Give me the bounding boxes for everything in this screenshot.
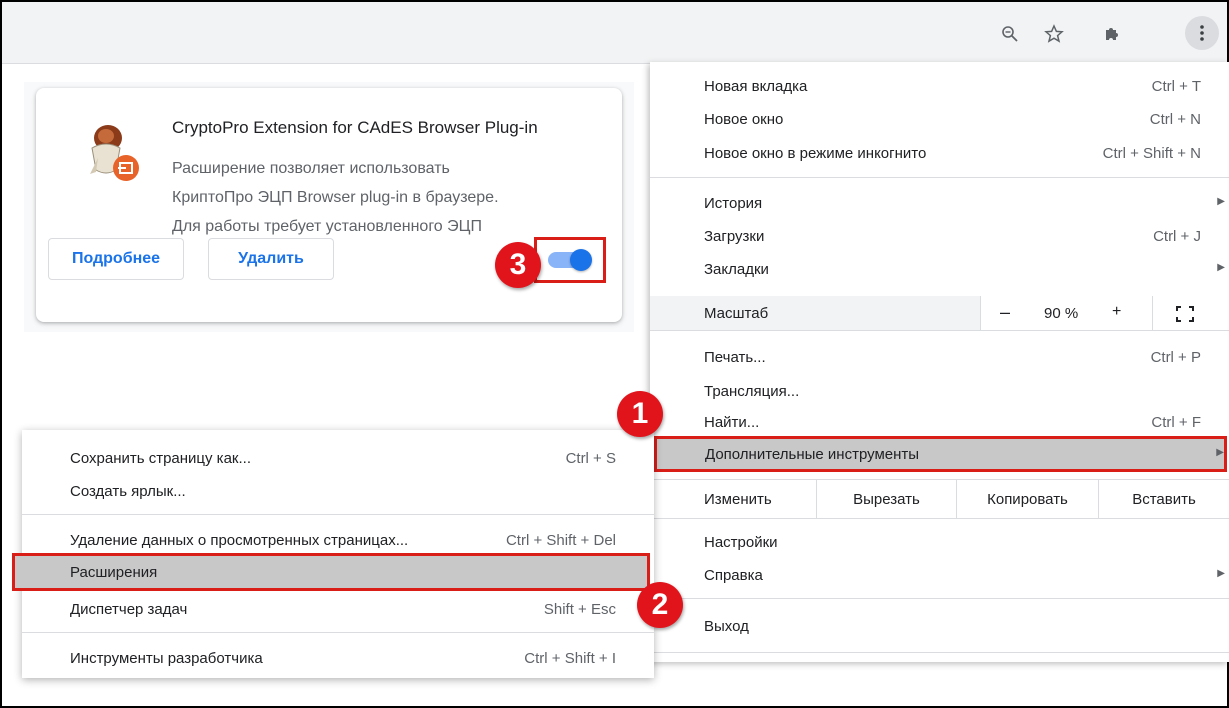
step-badge-3: 3 [495,242,541,288]
submenu-item-label: Сохранить страницу как... [70,450,251,467]
submenu-item-save-page[interactable]: Сохранить страницу как... Ctrl + S [22,442,654,476]
menu-item-exit[interactable]: Выход [650,610,1229,644]
menu-item-label: Загрузки [704,228,765,245]
submenu-item-label: Удаление данных о просмотренных страница… [70,532,409,549]
zoom-out-button[interactable]: – [1000,302,1010,323]
menu-item-shortcut: Ctrl + N [1149,111,1201,128]
submenu-item-label: Создать ярлык... [70,483,186,500]
puzzle-icon[interactable] [1100,22,1124,46]
menu-item-shortcut: Ctrl + P [1150,349,1201,366]
menu-item-downloads[interactable]: Загрузки Ctrl + J [650,220,1229,254]
submenu-item-label: Диспетчер задач [70,601,188,618]
menu-item-label: Закладки [704,261,769,278]
menu-item-label: Новое окно [704,111,784,128]
submenu-divider [22,514,654,515]
submenu-item-shortcut: Ctrl + Shift + I [524,650,616,667]
menu-item-label: Найти... [704,414,760,431]
submenu-arrow-icon: ▶ [1217,568,1225,579]
zoom-label: Масштаб [704,305,769,322]
menu-item-label: Справка [704,567,763,584]
step-badge-1: 1 [617,391,663,437]
edit-label: Изменить [704,490,772,508]
menu-item-label: Выход [704,618,749,635]
cut-button[interactable]: Вырезать [816,480,956,518]
submenu-item-create-shortcut[interactable]: Создать ярлык... [22,475,654,509]
extension-card: CryptoPro Extension for CAdES Browser Pl… [36,88,622,322]
chrome-main-menu: Новая вкладка Ctrl + T Новое окно Ctrl +… [650,62,1229,662]
extension-description-line: КриптоПро ЭЦП Browser plug-in в браузере… [172,189,499,206]
submenu-item-label: Инструменты разработчика [70,650,263,667]
star-icon[interactable] [1042,22,1066,46]
menu-item-bookmarks[interactable]: Закладки ▶ [650,253,1229,287]
submenu-item-shortcut: Ctrl + S [565,450,616,467]
menu-item-shortcut: Ctrl + Shift + N [1102,145,1201,162]
browser-toolbar [2,2,1227,64]
submenu-arrow-icon: ▶ [1216,447,1224,458]
submenu-arrow-icon: ▶ [1217,196,1225,207]
extension-title: CryptoPro Extension for CAdES Browser Pl… [172,118,538,137]
remove-button[interactable]: Удалить [208,238,334,280]
zoom-in-button[interactable]: + [1112,303,1121,321]
menu-item-more-tools[interactable]: Дополнительные инструменты ▶ [654,436,1227,472]
extension-description-line: Расширение позволяет использовать [172,160,450,177]
kebab-menu-icon[interactable] [1185,16,1219,50]
menu-item-label: Новое окно в режиме инкогнито [704,145,927,162]
menu-item-help[interactable]: Справка ▶ [650,559,1229,593]
menu-item-cast[interactable]: Трансляция... [650,375,1229,409]
submenu-divider [22,632,654,633]
paste-button[interactable]: Вставить [1098,480,1229,518]
submenu-arrow-icon: ▶ [1217,262,1225,273]
submenu-item-task-manager[interactable]: Диспетчер задач Shift + Esc [22,593,654,627]
menu-divider [650,518,1229,519]
menu-divider [650,330,1229,331]
menu-item-label: Трансляция... [704,383,800,400]
menu-item-new-window[interactable]: Новое окно Ctrl + N [650,103,1229,137]
submenu-item-label: Расширения [70,564,158,581]
menu-item-history[interactable]: История ▶ [650,187,1229,221]
details-button[interactable]: Подробнее [48,238,184,280]
submenu-item-shortcut: Ctrl + Shift + Del [505,532,616,549]
menu-item-print[interactable]: Печать... Ctrl + P [650,341,1229,375]
menu-divider [650,177,1229,178]
menu-item-find[interactable]: Найти... Ctrl + F [650,406,1229,440]
submenu-item-dev-tools[interactable]: Инструменты разработчика Ctrl + Shift + … [22,642,654,676]
menu-item-shortcut: Ctrl + F [1151,414,1201,431]
extension-description-line: Для работы требует установленного ЭЦП [172,218,482,235]
menu-item-settings[interactable]: Настройки [650,526,1229,560]
submenu-item-extensions[interactable]: Расширения [12,553,650,591]
step-badge-2: 2 [637,582,683,628]
zoom-row: Масштаб – 90 % + [650,296,1229,330]
fullscreen-icon[interactable] [1176,306,1194,322]
menu-item-label: История [704,195,763,212]
zoom-icon[interactable] [998,22,1022,46]
menu-item-label: Новая вкладка [704,78,808,95]
edit-row: Изменить Вырезать Копировать Вставить [650,480,1229,518]
submenu-item-shortcut: Shift + Esc [543,601,616,618]
menu-item-shortcut: Ctrl + J [1153,228,1201,245]
menu-divider [650,652,1229,653]
copy-button[interactable]: Копировать [956,480,1098,518]
menu-divider [650,598,1229,599]
menu-item-new-tab[interactable]: Новая вкладка Ctrl + T [650,70,1229,104]
menu-item-label: Печать... [704,349,766,366]
menu-item-incognito[interactable]: Новое окно в режиме инкогнито Ctrl + Shi… [650,137,1229,171]
menu-item-label: Дополнительные инструменты [705,446,920,463]
menu-item-label: Настройки [704,534,778,551]
zoom-value: 90 % [1044,305,1079,322]
extension-description: Расширение позволяет использовать Крипто… [172,154,592,241]
toggle-knob[interactable] [570,249,592,271]
menu-item-shortcut: Ctrl + T [1151,78,1201,95]
cryptopro-logo-icon [76,118,146,188]
